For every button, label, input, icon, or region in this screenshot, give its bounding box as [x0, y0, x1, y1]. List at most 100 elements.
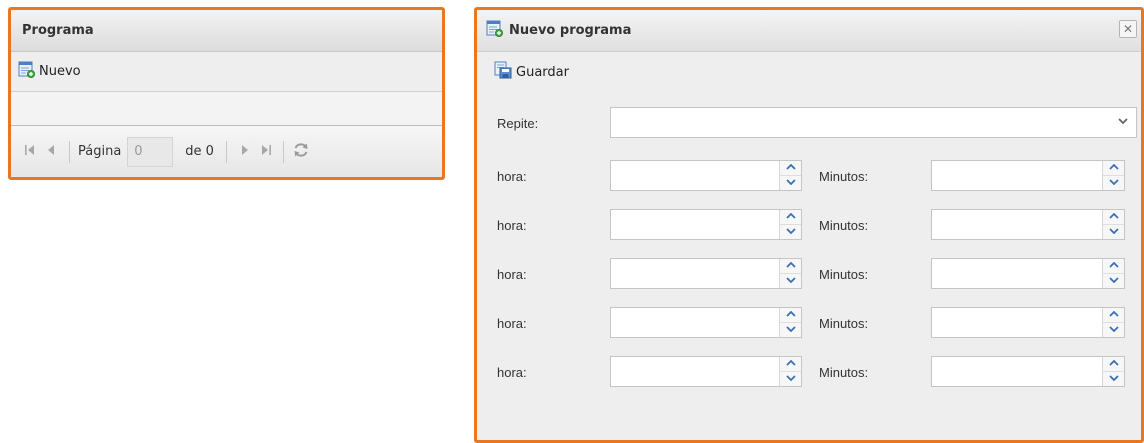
chevron-down-icon: [1108, 228, 1119, 236]
grid-toolbar: Nuevo: [11, 52, 442, 92]
hour-decrement-button[interactable]: [780, 323, 801, 337]
minutes-spinner[interactable]: [931, 209, 1125, 240]
previous-page-icon: [46, 144, 58, 159]
new-button[interactable]: Nuevo: [18, 61, 81, 82]
chevron-down-icon: [1117, 117, 1128, 128]
dialog-toolbar: Guardar: [477, 52, 1141, 92]
form-document-icon: [486, 20, 503, 41]
dialog-header[interactable]: Nuevo programa ✕: [477, 10, 1141, 52]
chevron-down-icon: [785, 228, 796, 236]
chevron-down-icon: [1108, 179, 1119, 187]
close-button[interactable]: ✕: [1119, 20, 1137, 38]
chevron-down-icon: [785, 277, 796, 285]
dialog-title: Nuevo programa: [509, 23, 632, 38]
page-count-label: de 0: [185, 144, 214, 159]
minutes-increment-button[interactable]: [1103, 210, 1124, 225]
minutes-spin-buttons: [1102, 161, 1124, 190]
minutes-label: Minutos:: [819, 218, 869, 233]
hour-label: hora:: [497, 365, 527, 380]
chevron-up-icon: [1108, 359, 1119, 368]
hour-spinner[interactable]: [610, 307, 802, 338]
minutes-input[interactable]: [932, 259, 1094, 288]
minutes-spinner[interactable]: [931, 160, 1125, 191]
hour-input[interactable]: [611, 308, 771, 337]
minutes-spin-buttons: [1102, 259, 1124, 288]
minutes-spinner[interactable]: [931, 356, 1125, 387]
minutes-spinner[interactable]: [931, 258, 1125, 289]
hour-label: hora:: [497, 218, 527, 233]
hour-label: hora:: [497, 169, 527, 184]
hour-spinner[interactable]: [610, 258, 802, 289]
hour-increment-button[interactable]: [780, 210, 801, 225]
last-page-button[interactable]: [255, 141, 277, 163]
minutes-input[interactable]: [932, 308, 1094, 337]
chevron-up-icon: [1108, 163, 1119, 172]
hour-spinner[interactable]: [610, 356, 802, 387]
repeat-combobox[interactable]: [610, 107, 1137, 138]
hour-input[interactable]: [611, 259, 771, 288]
minutes-decrement-button[interactable]: [1103, 176, 1124, 190]
minutes-decrement-button[interactable]: [1103, 372, 1124, 386]
refresh-icon: [292, 141, 310, 162]
separator: [282, 140, 284, 163]
minutes-decrement-button[interactable]: [1103, 274, 1124, 288]
programa-grid-panel: Programa Nuevo Página 0 de 0: [8, 7, 445, 180]
hour-spinner[interactable]: [610, 209, 802, 240]
previous-page-button[interactable]: [41, 141, 63, 163]
refresh-button[interactable]: [290, 141, 312, 163]
first-page-button[interactable]: [19, 141, 41, 163]
minutes-increment-button[interactable]: [1103, 308, 1124, 323]
time-row: hora: Minutos:: [477, 307, 1141, 343]
hour-spinner[interactable]: [610, 160, 802, 191]
chevron-down-icon: [1108, 326, 1119, 334]
minutes-input[interactable]: [932, 161, 1094, 190]
minutes-spin-buttons: [1102, 308, 1124, 337]
chevron-up-icon: [785, 359, 796, 368]
minutes-increment-button[interactable]: [1103, 161, 1124, 176]
chevron-down-icon: [1108, 277, 1119, 285]
hour-decrement-button[interactable]: [780, 225, 801, 239]
hour-increment-button[interactable]: [780, 308, 801, 323]
next-page-button[interactable]: [233, 141, 255, 163]
first-page-icon: [24, 144, 36, 159]
new-button-label: Nuevo: [39, 64, 81, 79]
repeat-row: Repite:: [477, 107, 1141, 143]
hour-increment-button[interactable]: [780, 357, 801, 372]
hour-label: hora:: [497, 267, 527, 282]
minutes-spinner[interactable]: [931, 307, 1125, 338]
chevron-down-icon: [1108, 375, 1119, 383]
repeat-dropdown-trigger[interactable]: [1109, 108, 1136, 137]
hour-input[interactable]: [611, 161, 771, 190]
hour-label: hora:: [497, 316, 527, 331]
repeat-label: Repite:: [497, 116, 539, 131]
minutes-increment-button[interactable]: [1103, 357, 1124, 372]
hour-decrement-button[interactable]: [780, 176, 801, 190]
minutes-spin-buttons: [1102, 210, 1124, 239]
hour-decrement-button[interactable]: [780, 274, 801, 288]
chevron-up-icon: [785, 261, 796, 270]
paging-toolbar: Página de 0: [11, 126, 442, 177]
save-button[interactable]: Guardar: [494, 61, 569, 83]
chevron-down-icon: [785, 179, 796, 187]
chevron-up-icon: [1108, 212, 1119, 221]
chevron-up-icon: [1108, 310, 1119, 319]
minutes-label: Minutos:: [819, 169, 869, 184]
hour-input[interactable]: [611, 357, 771, 386]
save-button-label: Guardar: [516, 64, 569, 80]
hour-input[interactable]: [611, 210, 771, 239]
separator: [225, 140, 227, 163]
minutes-input[interactable]: [932, 210, 1094, 239]
minutes-decrement-button[interactable]: [1103, 225, 1124, 239]
minutes-increment-button[interactable]: [1103, 259, 1124, 274]
minutes-spin-buttons: [1102, 357, 1124, 386]
hour-increment-button[interactable]: [780, 259, 801, 274]
chevron-up-icon: [785, 163, 796, 172]
hour-increment-button[interactable]: [780, 161, 801, 176]
page-number-input[interactable]: [127, 136, 174, 167]
chevron-up-icon: [1108, 261, 1119, 270]
minutes-decrement-button[interactable]: [1103, 323, 1124, 337]
hour-decrement-button[interactable]: [780, 372, 801, 386]
time-row: hora: Minutos:: [477, 209, 1141, 245]
hour-spin-buttons: [779, 210, 801, 239]
minutes-input[interactable]: [932, 357, 1094, 386]
